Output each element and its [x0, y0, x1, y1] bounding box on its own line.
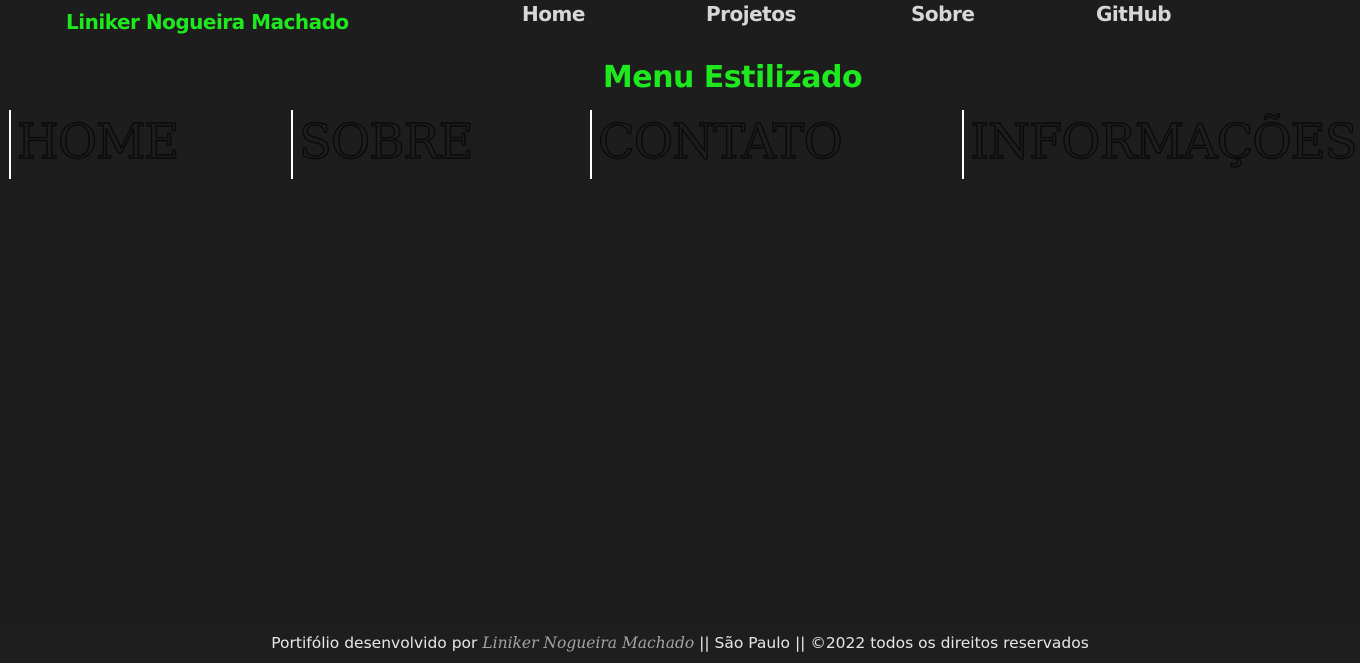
- page: Liniker Nogueira Machado Home Projetos S…: [0, 0, 1360, 663]
- styled-menu-item-informacoes[interactable]: INFORMAÇÕES: [962, 110, 1358, 179]
- nav-link-home[interactable]: Home: [522, 2, 585, 26]
- nav-link-github[interactable]: GitHub: [1096, 2, 1172, 26]
- styled-menu-item-contato[interactable]: CONTATO: [590, 110, 844, 179]
- styled-menu-item-sobre[interactable]: SOBRE: [291, 110, 474, 179]
- styled-menu: HOME SOBRE CONTATO INFORMAÇÕES: [0, 110, 1360, 180]
- footer-prefix-text: Portifólio desenvolvido por: [271, 634, 483, 652]
- nav-link-projetos[interactable]: Projetos: [706, 2, 796, 26]
- footer: Portifólio desenvolvido por Liniker Nogu…: [0, 623, 1360, 663]
- brand-logo-link[interactable]: Liniker Nogueira Machado: [66, 10, 349, 34]
- footer-author-link[interactable]: Liniker Nogueira Machado: [482, 634, 694, 652]
- nav-link-sobre[interactable]: Sobre: [911, 2, 975, 26]
- footer-suffix-text: || São Paulo || ©2022 todos os direitos …: [694, 634, 1089, 652]
- styled-menu-item-home[interactable]: HOME: [9, 110, 180, 179]
- page-title: Menu Estilizado: [602, 60, 863, 95]
